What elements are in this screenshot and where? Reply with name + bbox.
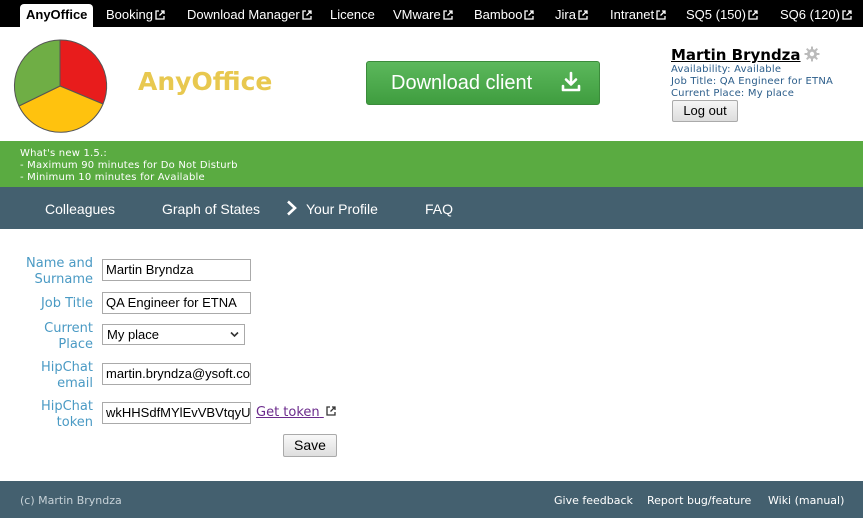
whats-new-line: - Maximum 90 minutes for Do Not Disturb (20, 160, 238, 171)
tab-label: Download Manager (187, 7, 300, 22)
user-name-link[interactable]: Martin Bryndza (671, 46, 801, 64)
hipchat-email-input[interactable]: martin.bryndza@ysoft.com (102, 363, 251, 385)
hipchat-token-input[interactable]: wkHHSdfMYlEvVBVtqyUw (102, 402, 251, 424)
tab-download-manager[interactable]: Download Manager (187, 4, 312, 27)
tab-label: SQ5 (150) (686, 7, 746, 22)
user-availability: Availability: Available (671, 64, 782, 75)
hipchat-email-label-line: email (57, 376, 93, 391)
chevron-down-icon (230, 331, 239, 338)
name-label-line: Name and (26, 256, 93, 271)
header: AnyOffice Download client Martin Bryndza… (0, 27, 863, 141)
job-title-input[interactable]: QA Engineer for ETNA (102, 292, 251, 314)
brand-title: AnyOffice (138, 67, 273, 96)
tab-licence[interactable]: Licence (330, 4, 375, 27)
whats-new-title: What's new 1.5.: (20, 148, 107, 159)
name-label-line: Surname (34, 272, 93, 287)
anyoffice-logo-pie-icon (13, 39, 108, 133)
external-link-icon (578, 10, 588, 20)
hipchat-token-label: HipChat token (0, 399, 93, 431)
tab-vmware[interactable]: VMware (393, 4, 453, 27)
logout-button[interactable]: Log out (672, 100, 738, 122)
current-place-value: My place (107, 327, 160, 342)
user-current-place: Current Place: My place (671, 88, 795, 99)
download-client-label: Download client (391, 72, 533, 94)
tab-sq6[interactable]: SQ6 (120) (780, 4, 852, 27)
nav-item-your-profile[interactable]: Your Profile (306, 201, 378, 217)
get-token-link[interactable]: Get token (256, 405, 336, 420)
external-link-icon (748, 10, 758, 20)
current-place-label-line: Current (44, 321, 93, 336)
tab-label: SQ6 (120) (780, 7, 840, 22)
tab-label: Licence (330, 7, 375, 22)
download-client-button[interactable]: Download client (366, 61, 600, 105)
save-button[interactable]: Save (283, 434, 337, 457)
report-bug-link[interactable]: Report bug/feature (647, 494, 751, 507)
copyright-text: (c) Martin Bryndza (20, 494, 122, 507)
hipchat-email-label: HipChat email (0, 360, 93, 392)
give-feedback-link[interactable]: Give feedback (554, 494, 633, 507)
nav-item-colleagues[interactable]: Colleagues (45, 201, 115, 217)
external-link-icon (842, 10, 852, 20)
tab-label: VMware (393, 7, 441, 22)
external-link-icon (656, 10, 666, 20)
tab-anyoffice[interactable]: AnyOffice (20, 4, 94, 27)
external-link-icon (524, 10, 535, 20)
tab-label: Jira (555, 7, 576, 22)
current-place-select[interactable]: My place (102, 324, 245, 345)
external-link-icon (155, 10, 165, 20)
download-icon (561, 71, 581, 92)
tab-label: Bamboo (474, 7, 523, 22)
chevron-right-icon (287, 200, 297, 216)
tab-bamboo[interactable]: Bamboo (474, 4, 535, 27)
hipchat-token-label-line: token (56, 415, 93, 430)
footer: (c) Martin Bryndza Give feedback Report … (0, 481, 863, 518)
tab-intranet[interactable]: Intranet (610, 4, 666, 27)
nav-item-faq[interactable]: FAQ (425, 201, 453, 217)
job-title-label: Job Title (40, 296, 93, 311)
name-input[interactable]: Martin Bryndza (102, 259, 251, 281)
gear-icon[interactable] (804, 46, 820, 62)
external-link-icon (443, 10, 453, 20)
tab-booking[interactable]: Booking (106, 4, 165, 27)
tab-label: Intranet (610, 7, 655, 22)
tab-label: AnyOffice (26, 7, 88, 22)
tab-jira[interactable]: Jira (555, 4, 588, 27)
external-link-icon (302, 10, 312, 20)
current-place-label: Current Place (0, 321, 93, 353)
hipchat-token-label-line: HipChat (40, 399, 93, 414)
tab-label: Booking (106, 7, 153, 22)
user-job-title: Job Title: QA Engineer for ETNA (671, 76, 834, 87)
name-label: Name and Surname (0, 256, 93, 288)
current-place-label-line: Place (58, 337, 93, 352)
user-panel: Martin Bryndza Availability: Available J… (671, 45, 861, 100)
get-token-label: Get token (256, 405, 320, 420)
whats-new-banner: What's new 1.5.: - Maximum 90 minutes fo… (0, 141, 863, 187)
whats-new-line: - Minimum 10 minutes for Available (20, 172, 205, 183)
tab-sq5[interactable]: SQ5 (150) (686, 4, 758, 27)
nav-item-graph-of-states[interactable]: Graph of States (162, 201, 260, 217)
top-navigation-bar: AnyOffice Booking Download Manager Licen… (0, 0, 863, 27)
external-link-icon (326, 406, 336, 416)
main-navigation: Colleagues Graph of States Your Profile … (0, 187, 863, 229)
hipchat-email-label-line: HipChat (40, 360, 93, 375)
wiki-manual-link[interactable]: Wiki (manual) (768, 494, 844, 507)
